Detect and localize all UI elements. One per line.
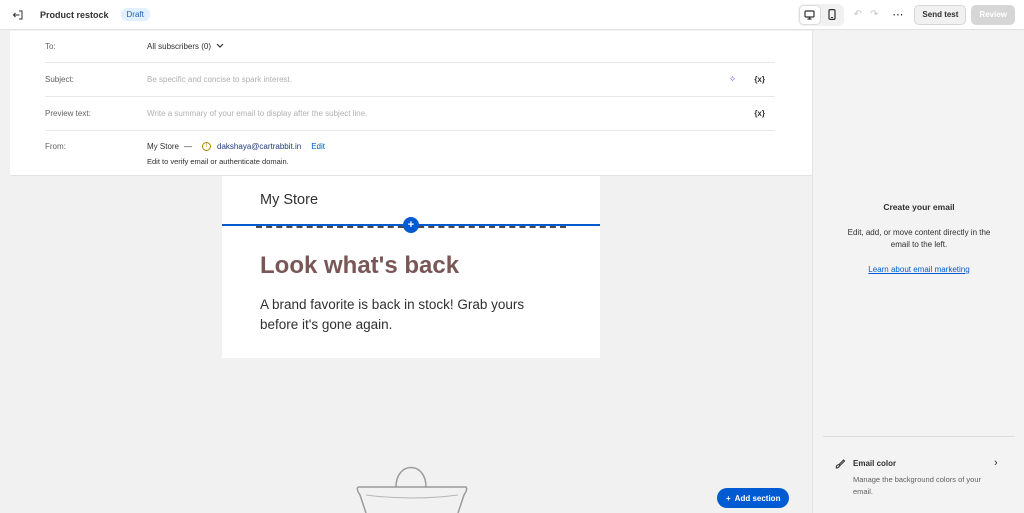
email-headline[interactable]: Look what's back <box>260 252 459 280</box>
status-badge: Draft <box>120 8 150 21</box>
plus-icon: + <box>726 493 731 503</box>
more-actions-icon[interactable]: ⋯ <box>892 8 904 21</box>
page-title: Product restock <box>40 9 109 20</box>
email-header-form: To: All subscribers (0) Subject: Be spec… <box>10 31 812 176</box>
email-body-text[interactable]: A brand favorite is back in stock! Grab … <box>260 295 560 335</box>
subject-input[interactable]: Be specific and concise to spark interes… <box>147 75 729 84</box>
preview-label: Preview text: <box>45 109 91 118</box>
recipients-value: All subscribers (0) <box>147 42 212 51</box>
redo-icon[interactable]: ↷ <box>870 9 878 20</box>
to-label: To: <box>45 42 56 51</box>
edit-sender-link[interactable]: Edit <box>311 142 325 151</box>
to-row: To: All subscribers (0) <box>45 31 775 63</box>
sparkle-icon[interactable]: ✧ <box>729 74 737 85</box>
email-color-description: Manage the background colors of your ema… <box>853 475 981 496</box>
from-separator: — <box>184 142 193 151</box>
mobile-view-button[interactable] <box>822 6 842 24</box>
preview-row: Preview text: Write a summary of your em… <box>45 97 775 131</box>
email-preview: My Store + Look what's back A brand favo… <box>222 176 600 358</box>
from-line: My Store — ! dakshaya@cartrabbit.in Edit <box>147 142 775 151</box>
exit-button[interactable] <box>6 3 30 27</box>
panel-description: Edit, add, or move content directly in t… <box>847 228 991 249</box>
mobile-icon <box>828 9 836 20</box>
from-row: From: My Store — ! dakshaya@cartrabbit.i… <box>45 131 775 175</box>
from-hint: Edit to verify email or authenticate dom… <box>147 157 289 166</box>
subject-label: Subject: <box>45 75 74 84</box>
email-store-name[interactable]: My Store <box>260 192 318 208</box>
learn-email-marketing-link[interactable]: Learn about email marketing <box>813 265 1024 274</box>
from-value: My Store — ! dakshaya@cartrabbit.in Edit… <box>147 142 775 166</box>
preview-text-input[interactable]: Write a summary of your email to display… <box>147 109 754 118</box>
panel-divider <box>823 436 1015 437</box>
panel-title: Create your email <box>883 202 955 212</box>
undo-icon[interactable]: ↶ <box>854 9 862 20</box>
preview-variable-icon[interactable]: {x} <box>754 109 765 118</box>
add-section-label: Add section <box>734 493 781 503</box>
paint-brush-icon <box>835 459 845 469</box>
desktop-view-button[interactable] <box>799 5 820 24</box>
review-button[interactable]: Review <box>971 4 1015 25</box>
from-label: From: <box>45 142 66 151</box>
right-sidebar: Create your email Edit, add, or move con… <box>812 31 1024 513</box>
insert-section-button[interactable]: + <box>403 217 419 233</box>
add-section-button[interactable]: + Add section <box>717 488 790 508</box>
from-email: dakshaya@cartrabbit.in <box>217 142 302 151</box>
undo-redo-group: ↶ ↷ <box>854 9 879 20</box>
chevron-right-icon[interactable]: › <box>994 457 998 469</box>
subject-row: Subject: Be specific and concise to spar… <box>45 63 775 97</box>
email-color-title[interactable]: Email color <box>853 459 896 468</box>
from-name: My Store <box>147 142 180 151</box>
send-test-button[interactable]: Send test <box>914 4 967 25</box>
warning-icon: ! <box>202 142 212 151</box>
shopping-bag-icon <box>356 466 468 513</box>
view-toggle <box>797 3 844 26</box>
desktop-icon <box>804 9 815 20</box>
exit-icon <box>12 10 23 19</box>
chevron-down-icon <box>216 43 224 48</box>
recipients-select[interactable]: All subscribers (0) <box>147 42 775 51</box>
top-bar: Product restock Draft ↶ ↷ ⋯ Send test Re… <box>0 0 1024 30</box>
subject-variable-icon[interactable]: {x} <box>754 75 765 84</box>
